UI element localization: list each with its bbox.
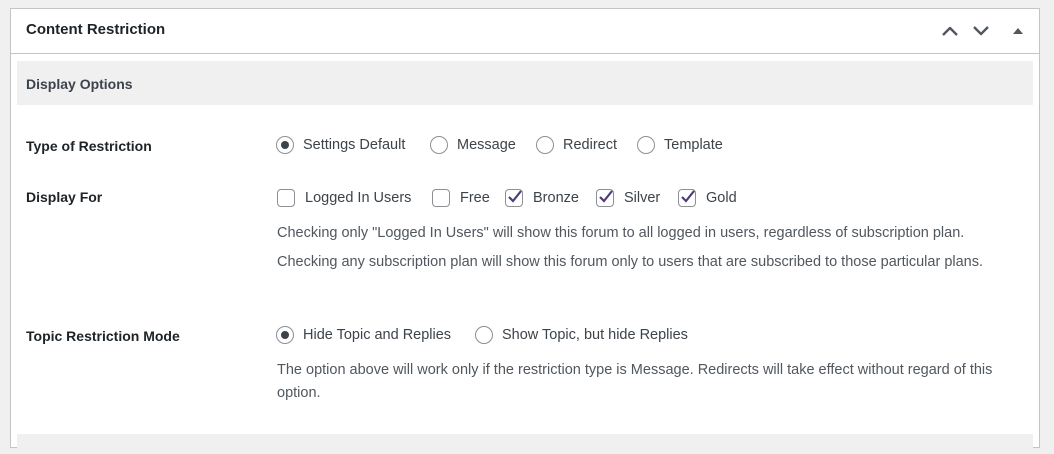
checkmark-icon — [508, 190, 522, 203]
topic-mode-help: The option above will work only if the r… — [277, 362, 993, 401]
option-label: Show Topic, but hide Replies — [502, 327, 688, 343]
panel-title: Content Restriction — [26, 21, 166, 38]
toggle-panel-button[interactable] — [1006, 20, 1030, 42]
checkbox-silver[interactable]: Silver — [596, 189, 660, 207]
radio-indicator[interactable] — [536, 136, 554, 154]
move-down-icon — [973, 26, 989, 36]
radio-show-topic-hide-replies[interactable]: Show Topic, but hide Replies — [475, 326, 688, 344]
checkbox-bronze[interactable]: Bronze — [505, 189, 579, 207]
checkmark-icon — [681, 190, 695, 203]
option-label: Bronze — [533, 190, 579, 206]
checkbox-free[interactable]: Free — [432, 189, 490, 207]
section-header: Display Options — [17, 61, 1033, 105]
section-title: Display Options — [26, 76, 133, 92]
radio-settings-default[interactable]: Settings Default — [276, 136, 405, 154]
radio-indicator[interactable] — [475, 326, 493, 344]
move-down-button[interactable] — [969, 20, 993, 42]
checkbox-gold[interactable]: Gold — [678, 189, 737, 207]
content-restriction-panel: Content Restriction Display Options Type… — [10, 8, 1040, 454]
checkmark-icon — [599, 190, 613, 203]
radio-template[interactable]: Template — [637, 136, 723, 154]
option-label: Free — [460, 190, 490, 206]
option-label: Redirect — [563, 137, 617, 153]
restriction-type-label: Type of Restriction — [26, 138, 152, 154]
checkbox-indicator[interactable] — [505, 189, 523, 207]
radio-indicator[interactable] — [637, 136, 655, 154]
option-label: Silver — [624, 190, 661, 206]
radio-hide-topic-and-replies[interactable]: Hide Topic and Replies — [276, 326, 451, 344]
radio-indicator[interactable] — [430, 136, 448, 154]
checkbox-indicator[interactable] — [277, 189, 295, 207]
move-up-button[interactable] — [938, 20, 962, 42]
radio-redirect[interactable]: Redirect — [536, 136, 617, 154]
option-label: Hide Topic and Replies — [303, 327, 452, 343]
toggle-panel-icon — [1013, 28, 1023, 34]
topic-mode-label: Topic Restriction Mode — [26, 328, 180, 344]
option-label: Gold — [706, 190, 737, 206]
panel-header: Content Restriction — [11, 9, 1039, 54]
option-label: Settings Default — [303, 137, 406, 153]
display-for-help-1: Checking only "Logged In Users" will sho… — [277, 225, 965, 241]
radio-indicator[interactable] — [276, 136, 294, 154]
display-for-help-2: Checking any subscription plan will show… — [277, 254, 984, 270]
option-label: Template — [664, 137, 723, 153]
radio-message[interactable]: Message — [430, 136, 516, 154]
checkbox-indicator[interactable] — [678, 189, 696, 207]
option-label: Logged In Users — [305, 190, 412, 206]
move-up-icon — [942, 26, 958, 36]
radio-indicator[interactable] — [276, 326, 294, 344]
next-section-header — [17, 434, 1033, 454]
option-label: Message — [457, 137, 516, 153]
checkbox-indicator[interactable] — [596, 189, 614, 207]
checkbox-logged-in-users[interactable]: Logged In Users — [277, 189, 411, 207]
checkbox-indicator[interactable] — [432, 189, 450, 207]
display-for-label: Display For — [26, 189, 103, 205]
